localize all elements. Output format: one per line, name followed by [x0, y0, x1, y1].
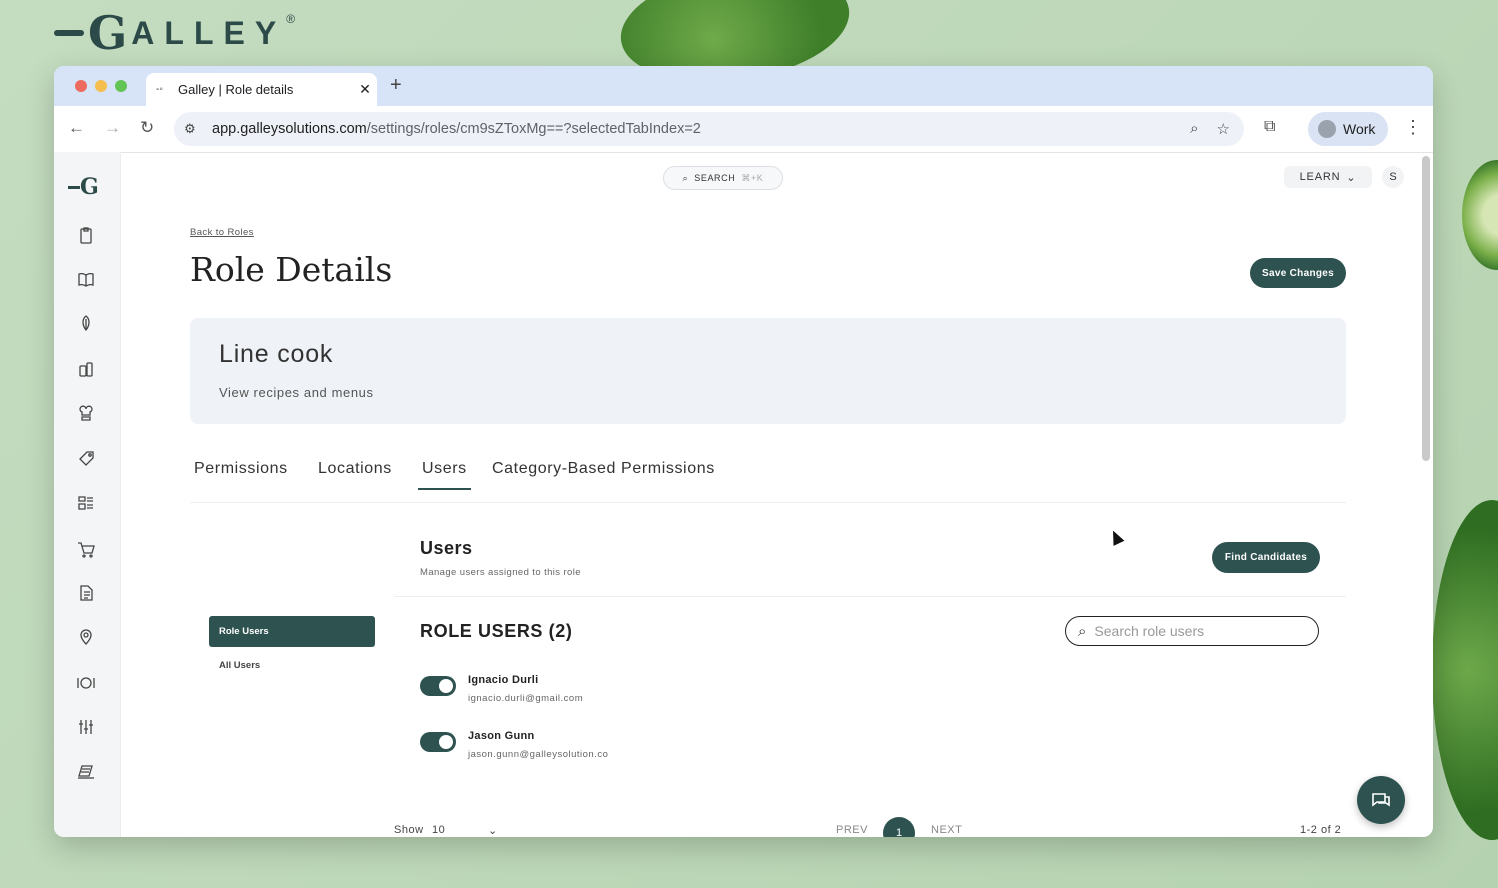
- subnav-role-users[interactable]: Role Users: [209, 616, 375, 647]
- sidebar-logo[interactable]: G: [68, 174, 99, 200]
- extensions-icon[interactable]: ⧉: [1264, 118, 1275, 136]
- role-users-heading: ROLE USERS (2): [420, 621, 573, 641]
- bookmark-star-icon[interactable]: ☆: [1217, 120, 1230, 138]
- url-host: app.galleysolutions.com: [212, 121, 367, 137]
- chevron-down-icon[interactable]: ⌄: [488, 824, 498, 837]
- favicon-icon: -◦: [156, 84, 163, 95]
- url-path: /settings/roles/cm9sZToxMg==?selectedTab…: [366, 121, 701, 137]
- reports-icon[interactable]: [75, 760, 97, 782]
- chat-icon: [1372, 793, 1390, 807]
- clipboard-icon[interactable]: [75, 224, 97, 246]
- back-arrow-icon[interactable]: ←: [68, 118, 85, 138]
- tab-locations[interactable]: Locations: [318, 460, 392, 478]
- users-heading: Users: [420, 538, 473, 558]
- close-tab-icon[interactable]: ✕: [353, 81, 377, 98]
- location-icon[interactable]: [75, 626, 97, 648]
- chevron-down-icon: ⌄: [1346, 171, 1357, 184]
- divider: [394, 596, 1346, 597]
- user-name: Jason Gunn: [468, 730, 535, 742]
- role-summary-card: Line cook View recipes and menus: [190, 318, 1346, 424]
- prev-button[interactable]: PREV: [836, 824, 868, 836]
- profile-label: Work: [1343, 121, 1376, 137]
- role-description: View recipes and menus: [219, 385, 374, 400]
- learn-label: LEARN: [1299, 171, 1341, 183]
- address-bar-row: ← → ↻ ⚙ app.galleysolutions.com /setting…: [54, 106, 1433, 153]
- kale-decoration-right: [1432, 500, 1498, 840]
- sliders-icon[interactable]: [75, 716, 97, 738]
- global-search[interactable]: ⌕ SEARCH ⌘+K: [663, 166, 783, 190]
- browser-tab[interactable]: -◦ Galley | Role details ✕: [146, 73, 377, 106]
- logo-letter: G: [88, 6, 128, 60]
- chef-icon[interactable]: [75, 402, 97, 424]
- browser-window: -◦ Galley | Role details ✕ + ← → ↻ ⚙ app…: [54, 66, 1433, 837]
- menu-list-icon[interactable]: [75, 492, 97, 514]
- user-toggle[interactable]: [420, 732, 456, 752]
- tag-icon[interactable]: [75, 448, 97, 470]
- page-range: 1-2 of 2: [1300, 824, 1342, 836]
- subnav-all-users[interactable]: All Users: [219, 660, 260, 671]
- registered-mark: ®: [286, 12, 296, 26]
- tab-title: Galley | Role details: [178, 82, 294, 97]
- user-email: ignacio.durli@gmail.com: [468, 693, 584, 704]
- search-label: SEARCH: [694, 173, 736, 183]
- document-icon[interactable]: [75, 582, 97, 604]
- role-users-search[interactable]: ⌕ Search role users: [1065, 616, 1319, 646]
- users-subheading: Manage users assigned to this role: [420, 567, 581, 578]
- new-tab-icon[interactable]: +: [390, 74, 402, 97]
- show-label: Show: [394, 824, 424, 836]
- tab-bar: -◦ Galley | Role details ✕ +: [54, 66, 1433, 106]
- scrollbar[interactable]: [1422, 156, 1430, 461]
- page-title: Role Details: [190, 250, 393, 289]
- find-candidates-button[interactable]: Find Candidates: [1212, 542, 1320, 573]
- minimize-window-button[interactable]: [95, 80, 107, 92]
- role-tabs: Permissions Locations Users Category-Bas…: [190, 452, 1346, 503]
- search-shortcut: ⌘+K: [741, 172, 764, 183]
- cucumber-decoration: [1462, 160, 1498, 270]
- vegetable-icon[interactable]: [75, 312, 97, 334]
- key-icon: [54, 30, 84, 36]
- user-name: Ignacio Durli: [468, 674, 539, 686]
- profile-avatar: [1318, 120, 1336, 138]
- role-name: Line cook: [219, 340, 334, 368]
- zoom-icon[interactable]: ⌕: [1190, 120, 1198, 138]
- search-icon: ⌕: [682, 172, 689, 183]
- book-icon[interactable]: [75, 268, 97, 290]
- user-avatar[interactable]: S: [1382, 166, 1404, 188]
- reload-icon[interactable]: ↻: [140, 118, 154, 138]
- cart-icon[interactable]: [75, 538, 97, 560]
- ingredients-icon[interactable]: [75, 358, 97, 380]
- save-changes-button[interactable]: Save Changes: [1250, 258, 1346, 288]
- chat-button[interactable]: [1357, 776, 1405, 824]
- learn-dropdown[interactable]: LEARN ⌄: [1284, 166, 1372, 188]
- search-icon: ⌕: [1078, 622, 1087, 640]
- back-to-roles-link[interactable]: Back to Roles: [190, 227, 254, 238]
- user-toggle[interactable]: [420, 676, 456, 696]
- site-settings-icon[interactable]: ⚙: [184, 121, 206, 137]
- close-window-button[interactable]: [75, 80, 87, 92]
- browser-menu-icon[interactable]: ⋮: [1404, 117, 1422, 138]
- profile-button[interactable]: Work: [1308, 112, 1388, 146]
- sidebar: G: [54, 152, 121, 837]
- page-1-button[interactable]: 1: [883, 817, 915, 837]
- user-email: jason.gunn@galleysolution.co: [468, 749, 609, 760]
- tab-permissions[interactable]: Permissions: [194, 460, 288, 478]
- dining-icon[interactable]: [75, 672, 97, 694]
- next-button[interactable]: NEXT: [931, 824, 962, 836]
- tab-category-based-permissions[interactable]: Category-Based Permissions: [492, 460, 715, 478]
- app-content: G ⌕ SEARCH ⌘+K LEARN ⌄ S Back to Roles R…: [54, 152, 1433, 837]
- search-placeholder: Search role users: [1094, 623, 1205, 639]
- forward-arrow-icon[interactable]: →: [104, 118, 121, 138]
- url-bar[interactable]: ⚙ app.galleysolutions.com /settings/role…: [174, 112, 1244, 146]
- tab-users[interactable]: Users: [418, 460, 471, 490]
- galley-logo: G ALLEY ®: [54, 8, 295, 58]
- logo-word: ALLEY: [131, 14, 287, 51]
- page-size-select[interactable]: 10: [432, 824, 445, 836]
- key-icon: [68, 185, 80, 189]
- maximize-window-button[interactable]: [115, 80, 127, 92]
- sidebar-logo-letter: G: [80, 174, 99, 200]
